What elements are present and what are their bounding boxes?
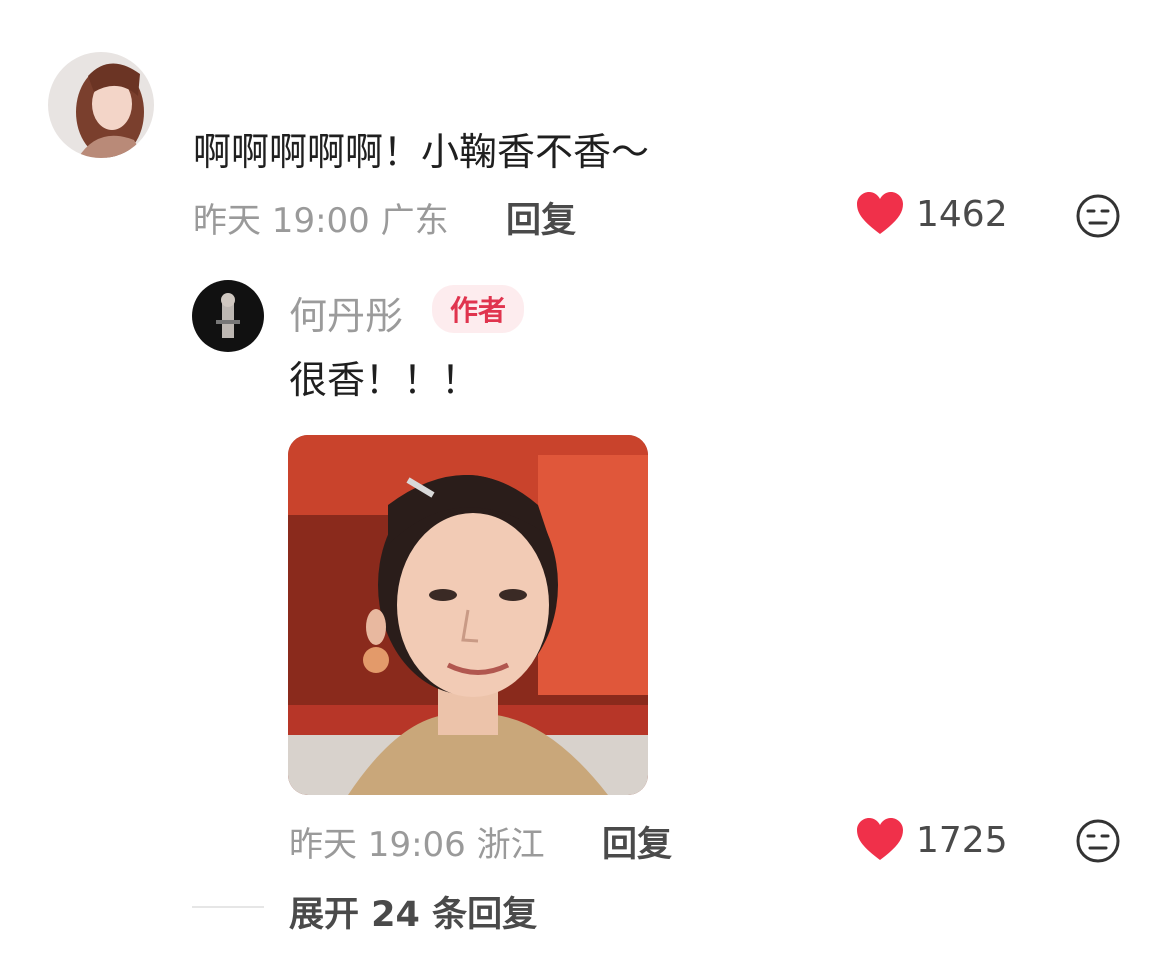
comment-like-count: 1462 <box>916 193 1008 235</box>
author-badge: 作者 <box>432 285 525 333</box>
reply-text: 很香！！！ <box>289 358 480 402</box>
reply-reply-button[interactable]: 回复 <box>602 816 672 867</box>
reply-meta: 昨天 19:06 浙江 <box>289 825 545 865</box>
author-username[interactable]: 何丹彤 <box>289 285 403 340</box>
comment-text: 啊啊啊啊啊！小鞠香不香～ <box>193 130 650 174</box>
author-avatar[interactable] <box>192 280 264 352</box>
expand-replies-button[interactable]: 展开 24 条回复 <box>289 886 537 937</box>
comment-meta: 昨天 19:00 广东 <box>193 201 449 241</box>
heart-icon <box>857 192 903 234</box>
reply-like-button[interactable]: 1725 <box>856 818 1008 862</box>
comment-like-button[interactable]: 1462 <box>856 192 1008 236</box>
commenter-avatar[interactable] <box>48 52 154 158</box>
neutral-face-icon[interactable] <box>1076 194 1120 238</box>
reply-like-count: 1725 <box>916 819 1008 861</box>
expand-divider <box>192 906 264 908</box>
neutral-face-icon[interactable] <box>1076 819 1120 863</box>
heart-icon <box>857 818 903 860</box>
comment-reply-button[interactable]: 回复 <box>506 192 576 243</box>
reply-photo[interactable] <box>288 435 648 795</box>
